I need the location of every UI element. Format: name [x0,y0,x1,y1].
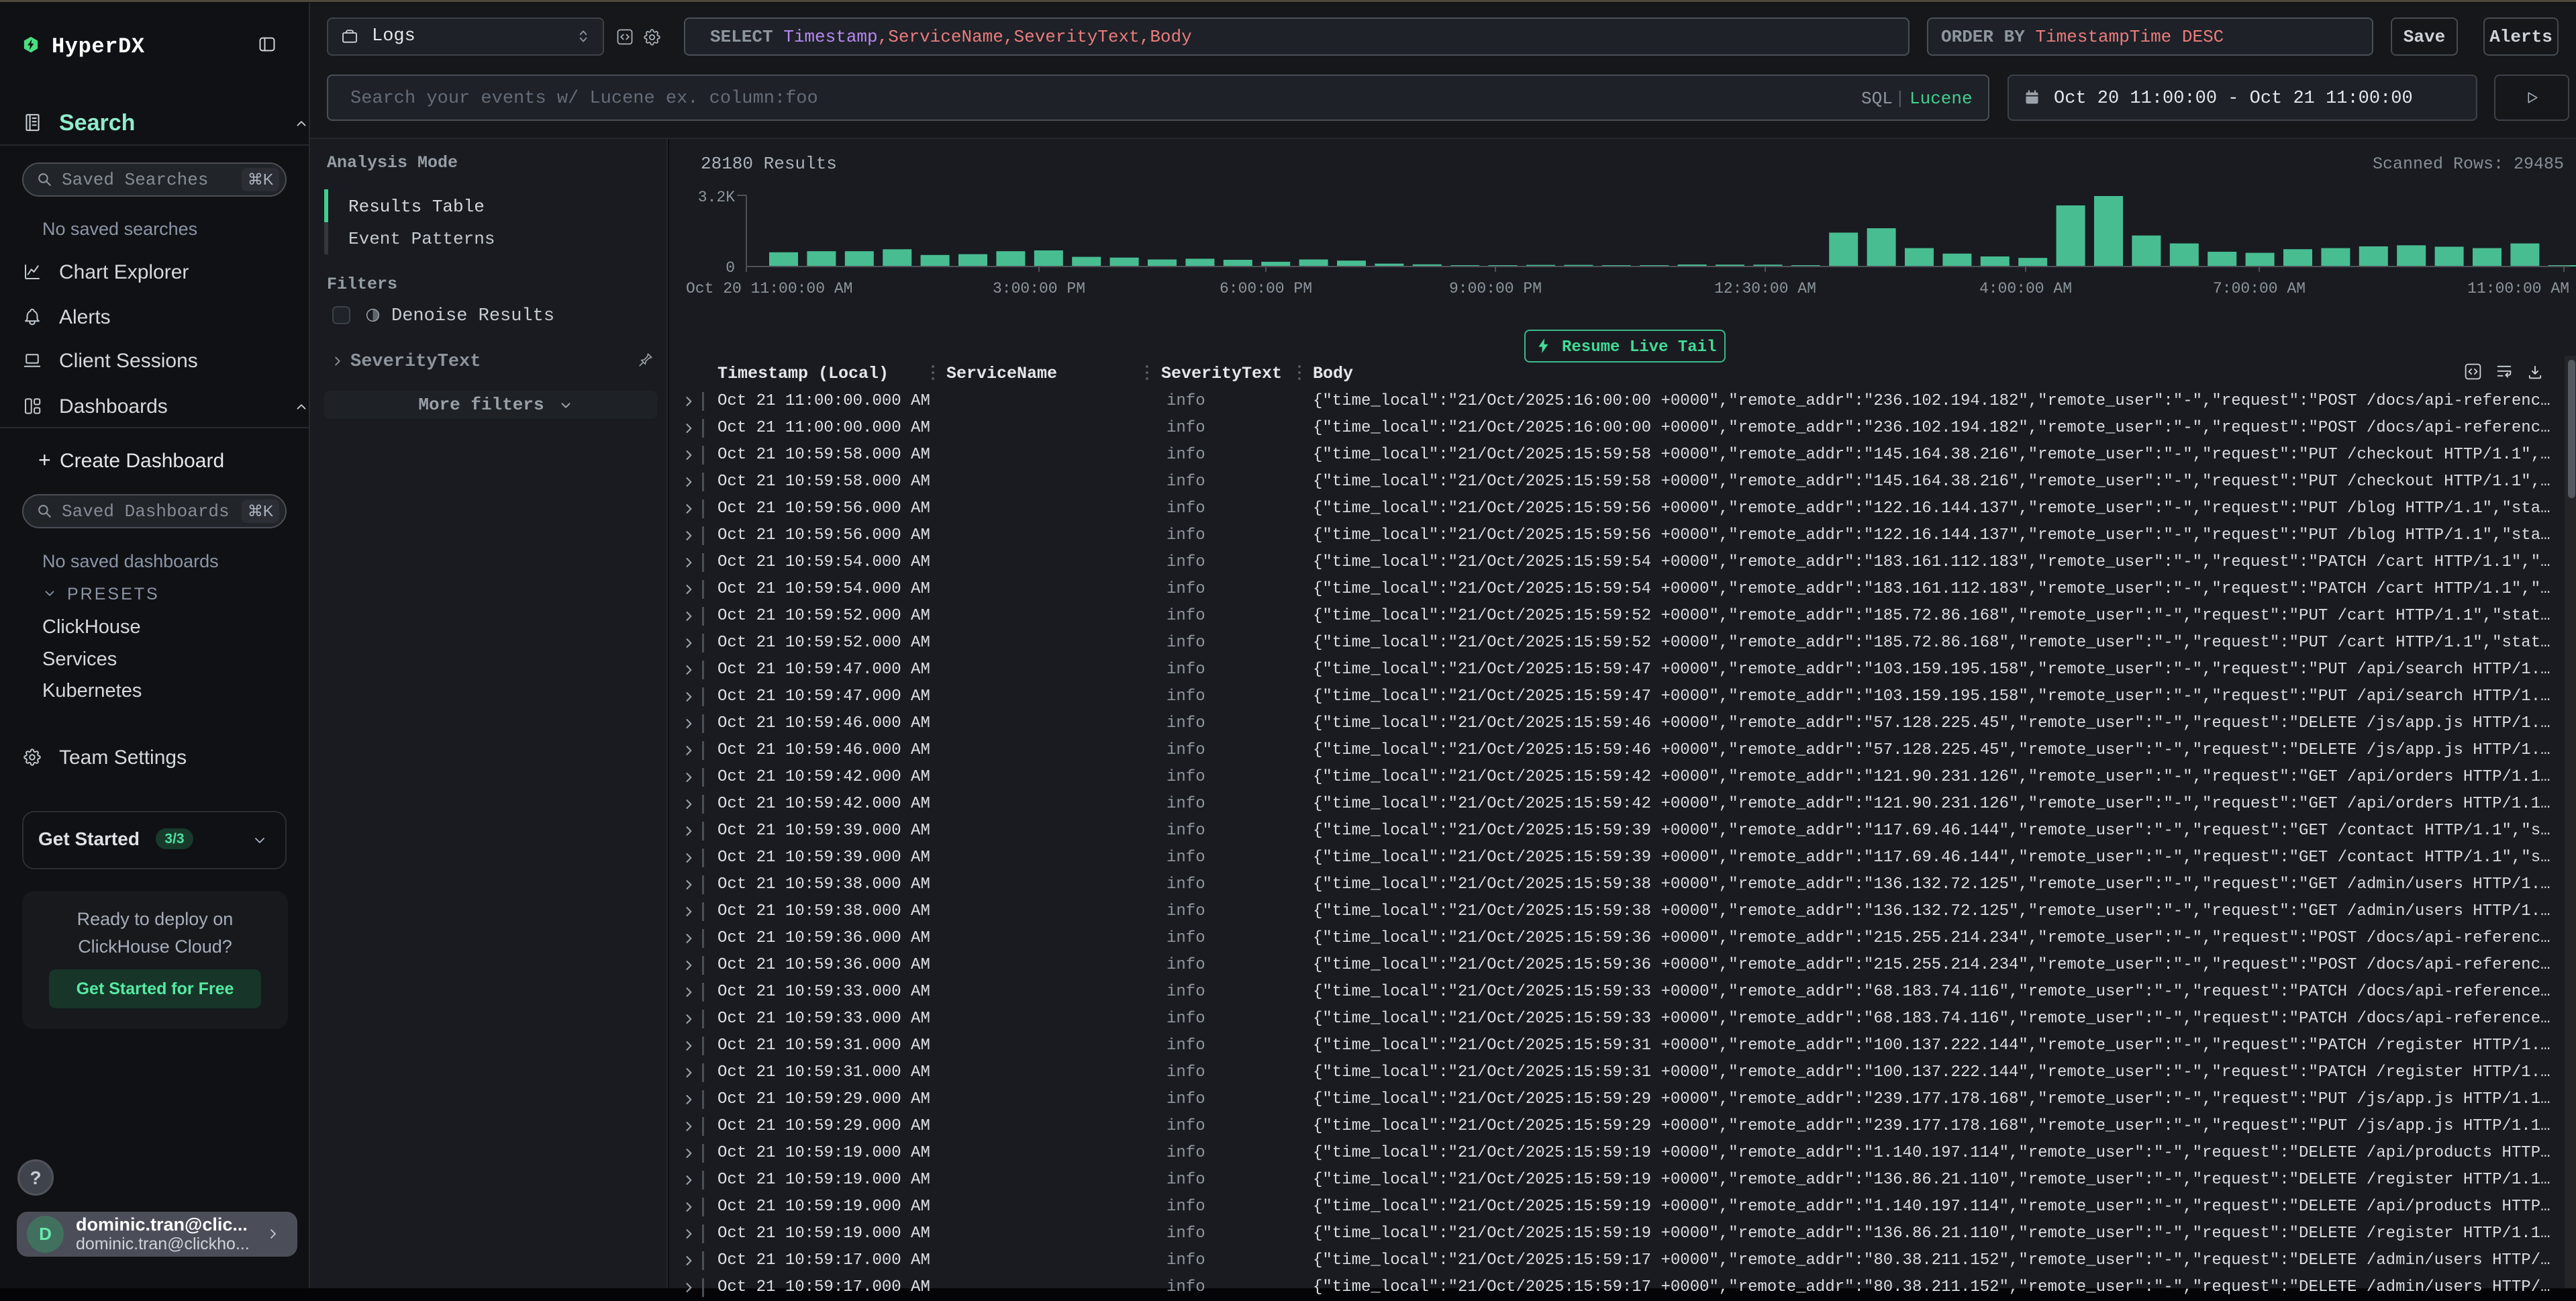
svg-text:7:00:00 AM: 7:00:00 AM [2213,280,2306,297]
svg-text:4:00:00 AM: 4:00:00 AM [1979,280,2072,297]
svg-text:Oct 20 11:00:00 AM: Oct 20 11:00:00 AM [686,280,852,297]
svg-text:3.2K: 3.2K [698,189,735,206]
svg-text:3:00:00 PM: 3:00:00 PM [993,280,1085,297]
svg-text:12:30:00 AM: 12:30:00 AM [1714,280,1816,297]
svg-text:11:00:00 AM: 11:00:00 AM [2467,280,2569,297]
svg-text:9:00:00 PM: 9:00:00 PM [1449,280,1542,297]
svg-text:0: 0 [726,259,735,277]
svg-text:6:00:00 PM: 6:00:00 PM [1220,280,1312,297]
